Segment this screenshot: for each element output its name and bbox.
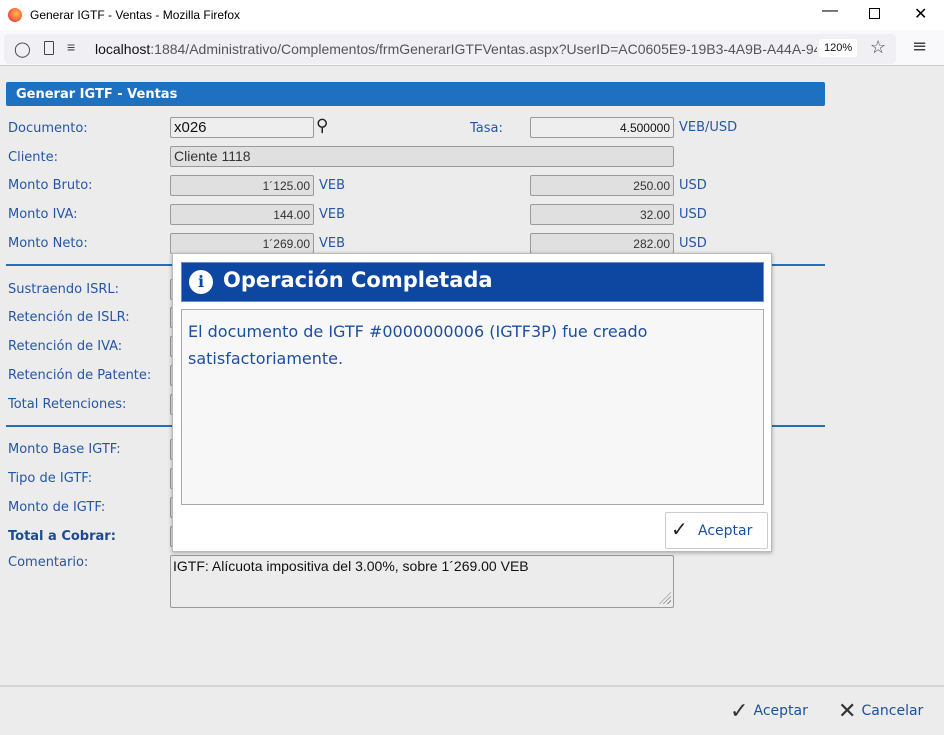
maximize-button[interactable] xyxy=(869,8,880,19)
form-title: Generar IGTF - Ventas xyxy=(16,87,178,102)
unit-usd: USD xyxy=(679,178,707,193)
tipo-igtf-label: Tipo de IGTF: xyxy=(8,471,93,486)
unit-veb: VEB xyxy=(319,178,346,193)
tasa-unit: VEB/USD xyxy=(679,120,738,135)
minimize-button[interactable]: — xyxy=(822,2,838,20)
monto-base-igtf-label: Monto Base IGTF: xyxy=(8,442,121,457)
tasa-input[interactable]: 4.500000 xyxy=(530,117,674,138)
shield-icon: ◯ xyxy=(14,41,31,58)
cliente-input: Cliente 1118 xyxy=(170,146,674,167)
checkmark-icon: ✓ xyxy=(671,517,688,541)
retencion-islr-label: Retención de ISLR: xyxy=(8,310,130,325)
footer-cancel-label: Cancelar xyxy=(861,703,924,719)
search-icon[interactable]: ⚲ xyxy=(316,116,328,136)
url-host: localhost xyxy=(95,41,151,57)
browser-toolbar: ◯ ≡ localhost:1884/Administrativo/Comple… xyxy=(0,30,944,66)
unit-usd: USD xyxy=(679,207,707,222)
unit-veb: VEB xyxy=(319,236,346,251)
unit-usd: USD xyxy=(679,236,707,251)
comentario-textarea[interactable]: IGTF: Alícuota impositiva del 3.00%, sob… xyxy=(170,555,674,608)
footer-accept-label: Aceptar xyxy=(753,703,808,719)
monto-bruto-veb: 1´125.00 xyxy=(170,175,314,196)
permissions-icon: ≡ xyxy=(67,39,76,55)
monto-bruto-usd: 250.00 xyxy=(530,175,674,196)
sustraendo-label: Sustraendo ISRL: xyxy=(8,282,119,297)
monto-iva-veb: 144.00 xyxy=(170,204,314,225)
cliente-label: Cliente: xyxy=(8,150,59,165)
dialog: i Operación Completada El documento de I… xyxy=(172,253,772,552)
retencion-patente-label: Retención de Patente: xyxy=(8,368,152,383)
dialog-accept-label: Aceptar xyxy=(698,523,753,539)
window-title: Generar IGTF - Ventas - Mozilla Firefox xyxy=(30,8,241,22)
menu-icon[interactable]: ≡ xyxy=(912,36,927,57)
footer-accept-button[interactable]: ✓ Aceptar xyxy=(730,699,808,724)
zoom-level-button[interactable]: 120% xyxy=(819,39,858,57)
monto-neto-label: Monto Neto: xyxy=(8,236,88,251)
url-bar[interactable]: ◯ ≡ localhost:1884/Administrativo/Comple… xyxy=(4,34,896,64)
dialog-title: Operación Completada xyxy=(223,268,493,292)
monto-igtf-label: Monto de IGTF: xyxy=(8,500,106,515)
monto-iva-usd: 32.00 xyxy=(530,204,674,225)
total-cobrar-label: Total a Cobrar: xyxy=(8,529,116,544)
window-titlebar: Generar IGTF - Ventas - Mozilla Firefox … xyxy=(0,0,944,30)
dialog-header: i Operación Completada xyxy=(181,262,764,302)
unit-veb: VEB xyxy=(319,207,346,222)
retencion-iva-label: Retención de IVA: xyxy=(8,339,123,354)
close-window-button[interactable]: ✕ xyxy=(914,4,927,24)
monto-iva-label: Monto IVA: xyxy=(8,207,78,222)
footer-bar: ✓ Aceptar ✕ Cancelar xyxy=(0,685,944,735)
dialog-message-box: El documento de IGTF #0000000006 (IGTF3P… xyxy=(181,309,764,505)
dialog-message: El documento de IGTF #0000000006 (IGTF3P… xyxy=(188,322,648,368)
monto-neto-usd: 282.00 xyxy=(530,233,674,254)
info-icon: i xyxy=(189,270,213,294)
comentario-label: Comentario: xyxy=(8,555,89,570)
form-header: Generar IGTF - Ventas xyxy=(6,82,825,106)
close-icon: ✕ xyxy=(838,699,857,724)
documento-label: Documento: xyxy=(8,121,88,136)
monto-bruto-label: Monto Bruto: xyxy=(8,178,93,193)
dialog-accept-button[interactable]: ✓ Aceptar xyxy=(665,512,768,549)
total-retenciones-label: Total Retenciones: xyxy=(8,397,127,412)
documento-input[interactable]: x026 xyxy=(170,117,314,138)
bookmark-star-icon[interactable]: ☆ xyxy=(870,37,886,58)
checkmark-icon: ✓ xyxy=(730,699,749,724)
footer-cancel-button[interactable]: ✕ Cancelar xyxy=(838,699,923,724)
firefox-icon xyxy=(8,8,22,22)
page-icon xyxy=(44,41,54,55)
url-path: :1884/Administrativo/Complementos/frmGen… xyxy=(150,41,817,57)
tasa-label: Tasa: xyxy=(470,121,503,136)
monto-neto-veb: 1´269.00 xyxy=(170,233,314,254)
